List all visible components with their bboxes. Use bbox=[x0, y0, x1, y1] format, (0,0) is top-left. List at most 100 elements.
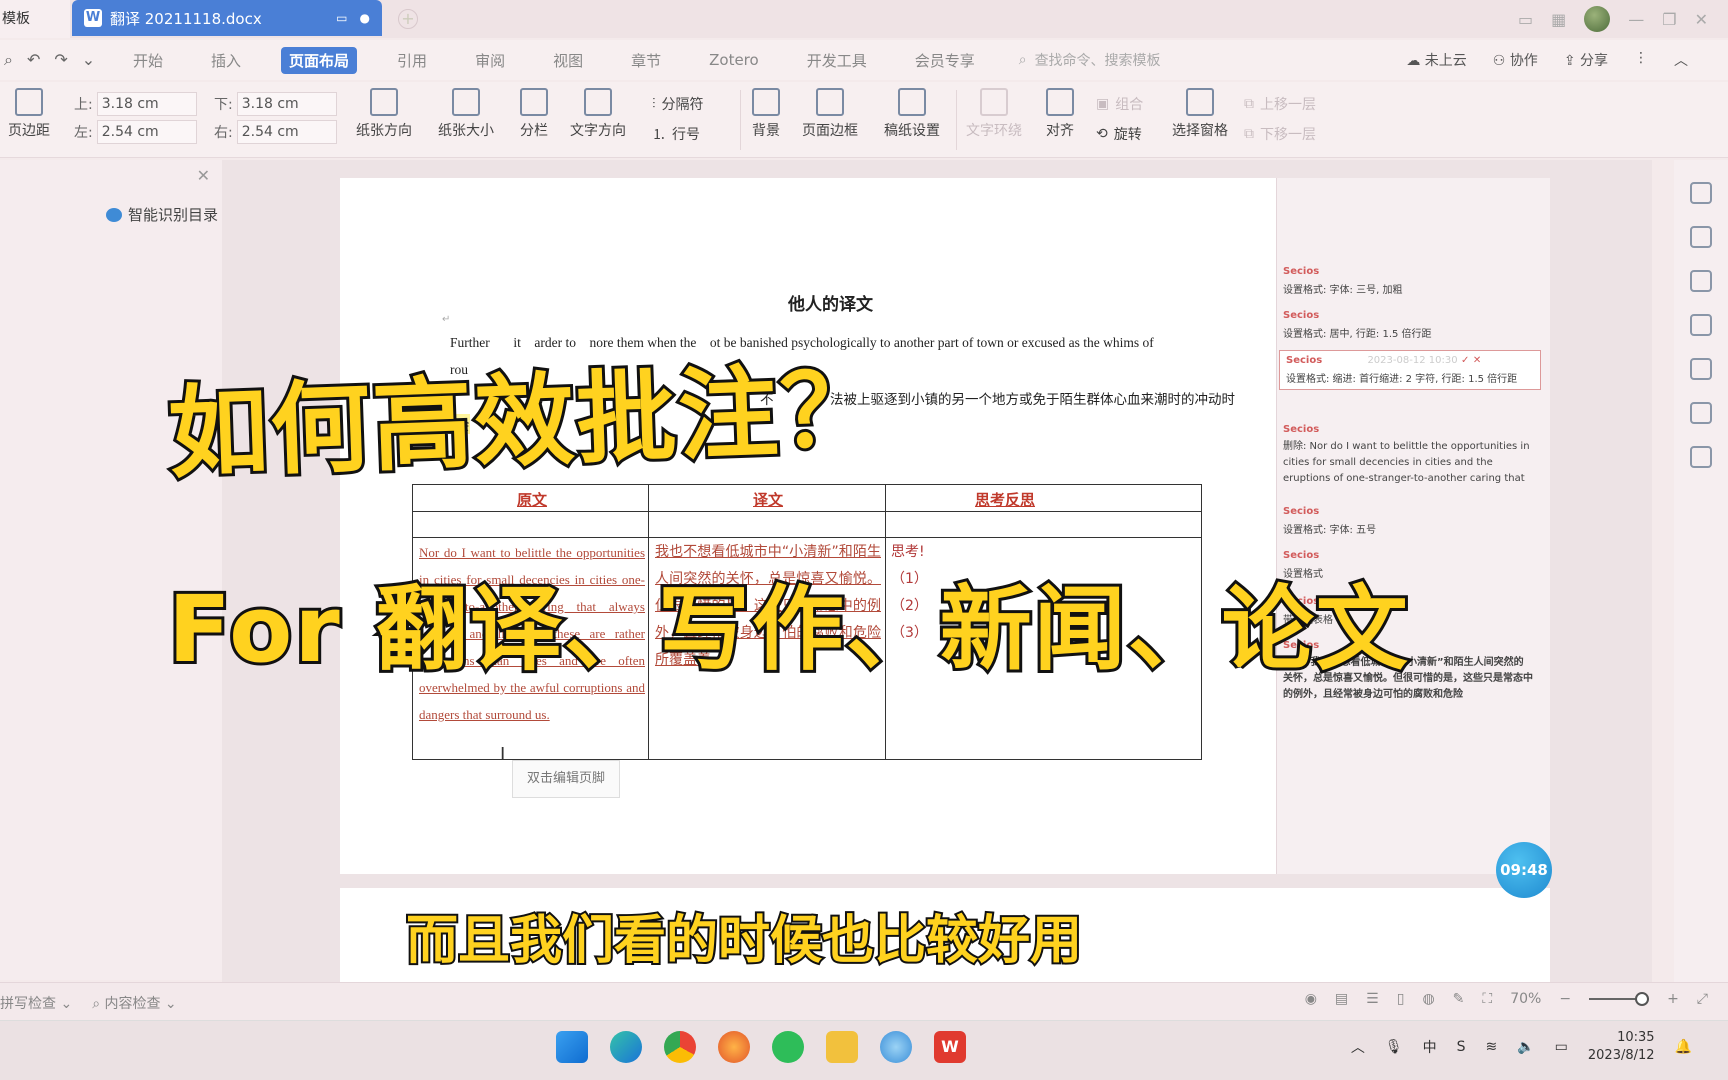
compass-icon[interactable] bbox=[1690, 402, 1712, 424]
text-wrap-button[interactable]: 文字环绕 bbox=[966, 88, 1022, 140]
content-check-button[interactable]: ⌕ 内容检查 ⌄ bbox=[92, 993, 176, 1013]
menu-developer[interactable]: 开发工具 bbox=[799, 47, 875, 74]
text-direction-button[interactable]: 文字方向 bbox=[570, 88, 626, 140]
monitor-icon[interactable]: ▭ bbox=[336, 11, 347, 25]
app-icon[interactable] bbox=[880, 1031, 912, 1063]
comment-item-selected[interactable]: Secios 2023-08-12 10:30 ✓ ✕ 设置格式: 缩进: 首行… bbox=[1279, 350, 1541, 390]
menu-view[interactable]: 视图 bbox=[545, 47, 591, 74]
comment-item[interactable]: Secios 设置格式: 字体: 五号 bbox=[1283, 506, 1533, 536]
redo-icon[interactable]: ↷ bbox=[54, 50, 67, 70]
wps-office-icon[interactable]: W bbox=[934, 1031, 966, 1063]
menu-insert[interactable]: 插入 bbox=[203, 47, 249, 74]
outline-view-icon[interactable]: ☰ bbox=[1366, 991, 1379, 1007]
wifi-icon[interactable]: ≋ bbox=[1485, 1039, 1497, 1055]
collaborate-button[interactable]: ⚇ 协作 bbox=[1493, 50, 1538, 70]
zoom-level[interactable]: 70% bbox=[1510, 991, 1541, 1007]
menu-references[interactable]: 引用 bbox=[389, 47, 435, 74]
more-icon[interactable]: ⋮ bbox=[1634, 50, 1648, 70]
tab-template[interactable]: 模板 bbox=[0, 0, 70, 38]
notification-icon[interactable]: 🔔 bbox=[1675, 1039, 1692, 1055]
separator-button[interactable]: ⫶ 分隔符 bbox=[652, 94, 704, 114]
book-icon[interactable] bbox=[1690, 446, 1712, 468]
comment-item[interactable]: Secios 设置格式: 字体: 三号, 加粗 bbox=[1283, 266, 1533, 296]
command-search[interactable]: ⌕ 查找命令、搜索模板 bbox=[1019, 50, 1161, 70]
menu-zotero[interactable]: Zotero bbox=[701, 48, 767, 72]
reject-icon[interactable]: ✕ bbox=[1473, 355, 1481, 366]
close-window-icon[interactable]: ✕ bbox=[1695, 10, 1708, 29]
menu-review[interactable]: 审阅 bbox=[467, 47, 513, 74]
unsaved-dot-icon[interactable]: ● bbox=[360, 11, 370, 25]
zoom-in-icon[interactable]: + bbox=[1667, 991, 1679, 1007]
menu-member[interactable]: 会员专享 bbox=[907, 47, 983, 74]
margins-button[interactable]: 页边距 bbox=[8, 88, 50, 140]
pen-icon[interactable] bbox=[1690, 226, 1712, 248]
file-explorer-icon[interactable] bbox=[826, 1031, 858, 1063]
send-backward-button[interactable]: ⧉ 下移一层 bbox=[1244, 124, 1316, 144]
chevron-down-icon[interactable]: ⌄ bbox=[82, 50, 95, 70]
margin-bottom-input[interactable]: 3.18 cm bbox=[236, 92, 337, 116]
firefox-icon[interactable] bbox=[718, 1031, 750, 1063]
rocket-icon[interactable] bbox=[1690, 182, 1712, 204]
spell-check-button[interactable]: 拼写检查 ⌄ bbox=[0, 993, 72, 1013]
minimize-icon[interactable]: — bbox=[1628, 10, 1644, 29]
fit-page-icon[interactable]: ⛶ bbox=[1482, 991, 1492, 1007]
undo-icon[interactable]: ↶ bbox=[27, 50, 40, 70]
bring-forward-button[interactable]: ⧉ 上移一层 bbox=[1244, 94, 1316, 114]
eye-icon[interactable]: ◉ bbox=[1305, 991, 1317, 1007]
line-number-button[interactable]: ⒈ 行号 bbox=[652, 124, 700, 144]
close-icon[interactable]: ✕ bbox=[197, 166, 210, 185]
layout-icon[interactable]: ▭ bbox=[1518, 10, 1533, 29]
input-method[interactable]: 中 bbox=[1423, 1037, 1437, 1057]
margin-top-input[interactable]: 3.18 cm bbox=[96, 92, 197, 116]
edit-icon[interactable]: ✎ bbox=[1453, 991, 1465, 1007]
zoom-out-icon[interactable]: − bbox=[1559, 991, 1571, 1007]
document-page[interactable]: 他人的译文 ↵ Further it arder to nore them wh… bbox=[340, 178, 1276, 874]
paper-size-button[interactable]: 纸张大小 bbox=[438, 88, 494, 140]
web-view-icon[interactable]: ◍ bbox=[1422, 991, 1434, 1007]
collapse-ribbon-icon[interactable]: ︿ bbox=[1674, 50, 1688, 70]
edit-footer-button[interactable]: 双击编辑页脚 bbox=[512, 760, 620, 798]
orientation-button[interactable]: 纸张方向 bbox=[356, 88, 412, 140]
cloud-status[interactable]: ☁ 未上云 bbox=[1406, 50, 1466, 70]
avatar[interactable] bbox=[1584, 6, 1611, 32]
comment-item[interactable]: Secios 设置格式: 居中, 行距: 1.5 倍行距 bbox=[1283, 310, 1533, 340]
align-button[interactable]: 对齐 bbox=[1046, 88, 1074, 140]
pointer-icon[interactable] bbox=[1690, 270, 1712, 292]
page-view-icon[interactable]: ▤ bbox=[1335, 991, 1348, 1007]
search-doc-icon[interactable]: ⌕ bbox=[4, 50, 13, 70]
zoom-slider[interactable] bbox=[1589, 992, 1650, 1006]
comment-item[interactable]: Secios 删除: Nor do I want to belittle the… bbox=[1283, 424, 1533, 488]
grid-icon[interactable]: ▦ bbox=[1551, 10, 1566, 29]
chevron-up-icon[interactable]: ︿ bbox=[1351, 1037, 1365, 1057]
image-icon[interactable] bbox=[1690, 358, 1712, 380]
menu-home[interactable]: 开始 bbox=[125, 47, 171, 74]
read-view-icon[interactable]: ▯ bbox=[1397, 991, 1405, 1007]
manuscript-button[interactable]: 稿纸设置 bbox=[884, 88, 940, 140]
share-button[interactable]: ⇪ 分享 bbox=[1564, 50, 1608, 70]
sliders-icon[interactable] bbox=[1690, 314, 1712, 336]
page-border-button[interactable]: 页面边框 bbox=[802, 88, 858, 140]
columns-button[interactable]: 分栏 bbox=[520, 88, 548, 140]
menu-sections[interactable]: 章节 bbox=[623, 47, 669, 74]
tab-active-document[interactable]: W 翻译 20211118.docx ▭ ● bbox=[72, 0, 382, 36]
selection-pane-button[interactable]: 选择窗格 bbox=[1172, 88, 1228, 140]
new-tab-button[interactable]: + bbox=[398, 9, 418, 29]
background-button[interactable]: 背景 bbox=[752, 88, 780, 140]
wechat-icon[interactable] bbox=[772, 1031, 804, 1063]
smart-toc-button[interactable]: 智能识别目录 bbox=[106, 204, 218, 225]
accept-icon[interactable]: ✓ bbox=[1461, 355, 1469, 366]
volume-icon[interactable]: 🔈 bbox=[1517, 1039, 1534, 1055]
battery-icon[interactable]: ▭ bbox=[1555, 1039, 1568, 1055]
microphone-icon[interactable]: 🎙 bbox=[1385, 1039, 1403, 1055]
edge-browser-icon[interactable] bbox=[610, 1031, 642, 1063]
group-button[interactable]: ▣ 组合 bbox=[1096, 94, 1143, 114]
chrome-icon[interactable] bbox=[664, 1031, 696, 1063]
fullscreen-icon[interactable]: ⤢ bbox=[1697, 991, 1708, 1007]
restore-icon[interactable]: ❐ bbox=[1662, 10, 1676, 29]
margin-right-input[interactable]: 2.54 cm bbox=[236, 120, 337, 144]
timer-badge[interactable]: 09:48 bbox=[1496, 842, 1552, 898]
rotate-button[interactable]: ⟲ 旋转 bbox=[1096, 124, 1142, 144]
sogou-icon[interactable]: S bbox=[1457, 1039, 1466, 1055]
menu-page-layout[interactable]: 页面布局 bbox=[281, 46, 358, 74]
zoom-slider-thumb[interactable] bbox=[1635, 992, 1650, 1006]
